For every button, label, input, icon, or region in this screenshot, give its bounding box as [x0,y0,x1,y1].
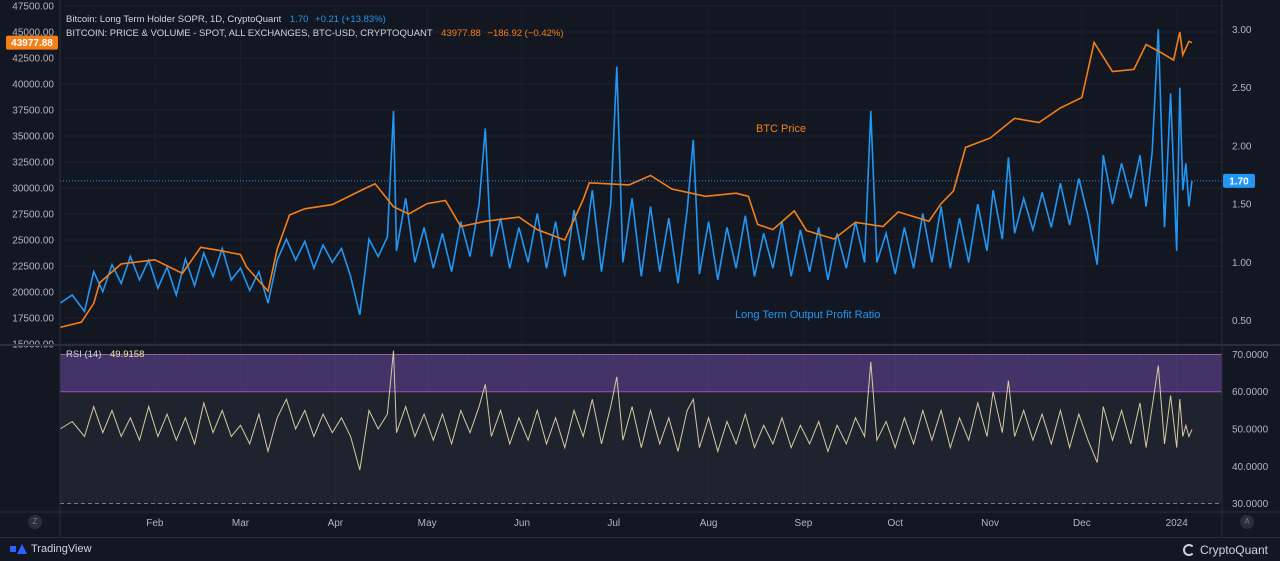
rsi-value: 49.9158 [110,349,144,360]
legend-price-value: 43977.88 [441,28,481,39]
x-tick-label: Mar [232,518,250,529]
right-tick-label: 0.50 [1232,316,1252,327]
rsi-bands [60,353,1222,505]
left-tick-label: 17500.00 [12,314,54,325]
rsi-tick-label: 70.0000 [1232,350,1269,361]
cryptoquant-label: CryptoQuant [1199,543,1268,557]
timezone-button[interactable]: Z [28,515,42,529]
left-tick-label: 40000.00 [12,80,54,91]
sopr-badge-label: 1.70 [1229,176,1249,187]
left-tick-label: 37500.00 [12,106,54,117]
legend-sopr-value: 1.70 [290,14,309,25]
cryptoquant-logo-icon [1182,544,1195,556]
rsi-label: RSI (14) [66,349,101,360]
tradingview-logo-icon [10,544,27,554]
legend-price-change: −186.92 (−0.42%) [487,28,563,39]
annotation-btc-price: BTC Price [756,123,806,135]
rsi-tick-label: 30.0000 [1232,499,1269,510]
price-badge-label: 43977.88 [11,38,53,49]
rsi-tick-label: 60.0000 [1232,387,1269,398]
left-tick-label: 35000.00 [12,132,54,143]
footer: TradingView CryptoQuant [0,537,1280,561]
legend-sopr[interactable]: Bitcoin: Long Term Holder SOPR, 1D, Cryp… [66,14,386,25]
x-tick-label: Apr [328,518,344,529]
legend-sopr-title: Bitcoin: Long Term Holder SOPR, 1D, Cryp… [66,14,282,25]
rsi-band-0 [60,354,1222,392]
rsi-tick-label: 50.0000 [1232,425,1269,436]
x-tick-label: Aug [700,518,718,529]
x-tick-label: Jul [607,518,620,529]
x-tick-label: Sep [795,518,813,529]
legend-price[interactable]: BITCOIN: PRICE & VOLUME - SPOT, ALL EXCH… [66,28,564,39]
left-tick-label: 42500.00 [12,54,54,65]
x-tick-label: 2024 [1166,518,1189,529]
right-tick-label: 1.00 [1232,258,1252,269]
right-tick-label: 2.50 [1232,83,1252,94]
tradingview-label: TradingView [31,543,92,555]
left-tick-label: 47500.00 [12,2,54,13]
cryptoquant-brand[interactable]: CryptoQuant [1182,543,1268,557]
left-tick-label: 25000.00 [12,236,54,247]
left-tick-label: 22500.00 [12,262,54,273]
tradingview-brand[interactable]: TradingView [10,543,92,555]
right-tick-label: 3.00 [1232,25,1252,36]
left-tick-label: 20000.00 [12,288,54,299]
rsi-tick-label: 40.0000 [1232,462,1269,473]
annotation-ltopr: Long Term Output Profit Ratio [735,309,880,321]
left-tick-label: 27500.00 [12,210,54,221]
x-tick-label: Nov [981,518,999,529]
x-tick-label: Jun [514,518,530,529]
x-tick-label: Feb [146,518,164,529]
left-tick-label: 32500.00 [12,158,54,169]
chart-canvas[interactable]: 15000.0017500.0020000.0022500.0025000.00… [0,0,1280,537]
x-tick-label: Dec [1073,518,1091,529]
x-tick-label: May [418,518,437,529]
left-tick-label: 30000.00 [12,184,54,195]
x-tick-label: Oct [887,518,903,529]
legend-sopr-change: +0.21 (+13.83%) [315,14,386,25]
legend-price-title: BITCOIN: PRICE & VOLUME - SPOT, ALL EXCH… [66,28,433,39]
sopr-badge: 1.70 [1223,173,1255,188]
price-badge: 43977.88 [6,35,58,50]
auto-scale-button[interactable]: A [1240,515,1254,529]
right-tick-label: 1.50 [1232,200,1252,211]
right-tick-label: 2.00 [1232,141,1252,152]
